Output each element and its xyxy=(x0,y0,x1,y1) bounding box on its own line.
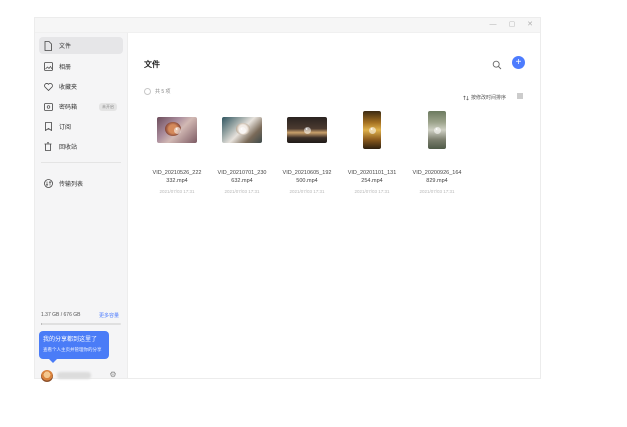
safe-icon xyxy=(43,102,53,112)
photo-icon xyxy=(43,62,53,72)
file-date: 2021/07/03 17:31 xyxy=(354,189,390,194)
trash-icon xyxy=(43,142,53,152)
sidebar-item-album[interactable]: 相册 xyxy=(39,58,123,75)
search-icon[interactable] xyxy=(492,57,504,70)
bookmark-icon xyxy=(43,122,53,132)
storage-bar xyxy=(41,323,121,325)
app-window: — ▢ ✕ 文件 相册 收藏夹 密码箱 未开启 订阅 回收站 传输列表 1.37… xyxy=(35,18,540,382)
list-view-icon[interactable] xyxy=(516,87,524,99)
tooltip-subtitle: 查看个人主页并管理你的分享 xyxy=(43,347,102,352)
add-button[interactable]: + xyxy=(512,56,525,69)
sidebar-item-safe[interactable]: 密码箱 未开启 xyxy=(39,98,123,115)
file-date: 2021/07/03 17:31 xyxy=(419,189,455,194)
select-all[interactable]: 共 5 项 xyxy=(144,88,171,95)
main-content: 文件 + 共 5 项 按修改时间排序 VID_20210526_222 332.… xyxy=(128,33,540,378)
play-icon xyxy=(173,126,181,134)
video-thumbnail xyxy=(363,111,381,149)
play-icon xyxy=(238,126,246,134)
sidebar-item-label: 回收站 xyxy=(59,145,78,151)
file-item[interactable]: VID_20210605_192 500.mp4 2021/07/03 17:31 xyxy=(278,117,336,197)
file-date: 2021/07/03 17:31 xyxy=(289,189,325,194)
file-date: 2021/07/03 17:31 xyxy=(159,189,195,194)
heart-icon xyxy=(43,82,53,92)
video-thumbnail xyxy=(428,111,446,149)
sidebar: 文件 相册 收藏夹 密码箱 未开启 订阅 回收站 传输列表 1.37 GB / … xyxy=(35,33,128,382)
sidebar-item-subscription[interactable]: 订阅 xyxy=(39,118,123,135)
page: — ▢ ✕ 文件 相册 收藏夹 密码箱 未开启 订阅 回收站 传输列表 1.37… xyxy=(0,0,627,427)
sidebar-item-transfers[interactable]: 传输列表 xyxy=(39,175,123,192)
video-thumbnail xyxy=(157,117,197,143)
file-item[interactable]: VID_20210526_222 332.mp4 2021/07/03 17:31 xyxy=(148,117,206,197)
play-icon xyxy=(303,126,311,134)
sidebar-item-favorites[interactable]: 收藏夹 xyxy=(39,78,123,95)
file-item[interactable]: VID_20200926_164 829.mp4 2021/07/03 17:31 xyxy=(408,111,466,197)
sidebar-item-label: 文件 xyxy=(59,44,72,50)
sidebar-item-label: 收藏夹 xyxy=(59,85,78,91)
file-name: VID_20200926_164 829.mp4 xyxy=(412,170,462,184)
file-name: VID_20210701_230 632.mp4 xyxy=(217,170,267,184)
transfer-icon xyxy=(43,179,53,189)
sidebar-item-trash[interactable]: 回收站 xyxy=(39,138,123,155)
username-blurred[interactable] xyxy=(57,372,91,379)
video-thumbnail xyxy=(222,117,262,143)
play-icon xyxy=(368,126,376,134)
sidebar-item-label: 传输列表 xyxy=(59,182,84,188)
title-bar: — ▢ ✕ xyxy=(35,18,540,33)
sort-button[interactable]: 按修改时间排序 xyxy=(463,88,506,106)
page-title: 文件 xyxy=(144,60,160,69)
avatar[interactable] xyxy=(41,370,53,382)
file-item[interactable]: VID_20210701_230 632.mp4 2021/07/03 17:31 xyxy=(213,117,271,197)
item-count: 共 5 项 xyxy=(155,89,171,95)
divider xyxy=(41,162,121,163)
storage-usage: 1.37 GB / 676 GB xyxy=(41,312,81,318)
sidebar-item-files[interactable]: 文件 xyxy=(39,37,123,54)
file-name: VID_20201101_131 254.mp4 xyxy=(347,170,397,184)
play-icon xyxy=(433,126,441,134)
close-icon[interactable]: ✕ xyxy=(524,19,536,31)
sidebar-item-label: 密码箱 xyxy=(59,105,78,111)
file-name: VID_20210605_192 500.mp4 xyxy=(282,170,332,184)
share-tooltip[interactable]: 我的分享都到这里了 查看个人主页并管理你的分享 xyxy=(39,331,109,363)
storage-bar-fill xyxy=(41,323,42,325)
file-icon xyxy=(43,40,53,51)
sort-label: 按修改时间排序 xyxy=(471,94,507,101)
file-item[interactable]: VID_20201101_131 254.mp4 2021/07/03 17:31 xyxy=(343,111,401,197)
minimize-icon[interactable]: — xyxy=(487,19,499,31)
video-thumbnail xyxy=(287,117,327,143)
file-name: VID_20210526_222 332.mp4 xyxy=(152,170,202,184)
tooltip-title: 我的分享都到这里了 xyxy=(43,337,98,343)
sidebar-item-label: 订阅 xyxy=(59,125,72,131)
gear-icon[interactable]: ⚙ xyxy=(108,370,118,380)
select-all-checkbox[interactable] xyxy=(144,88,151,95)
status-badge: 未开启 xyxy=(99,102,117,111)
maximize-icon[interactable]: ▢ xyxy=(506,19,518,31)
file-date: 2021/07/03 17:31 xyxy=(224,189,260,194)
plus-icon: + xyxy=(515,57,522,68)
more-storage-link[interactable]: 更多容量 xyxy=(99,312,119,319)
sidebar-item-label: 相册 xyxy=(59,65,72,71)
sort-icon xyxy=(463,88,469,106)
